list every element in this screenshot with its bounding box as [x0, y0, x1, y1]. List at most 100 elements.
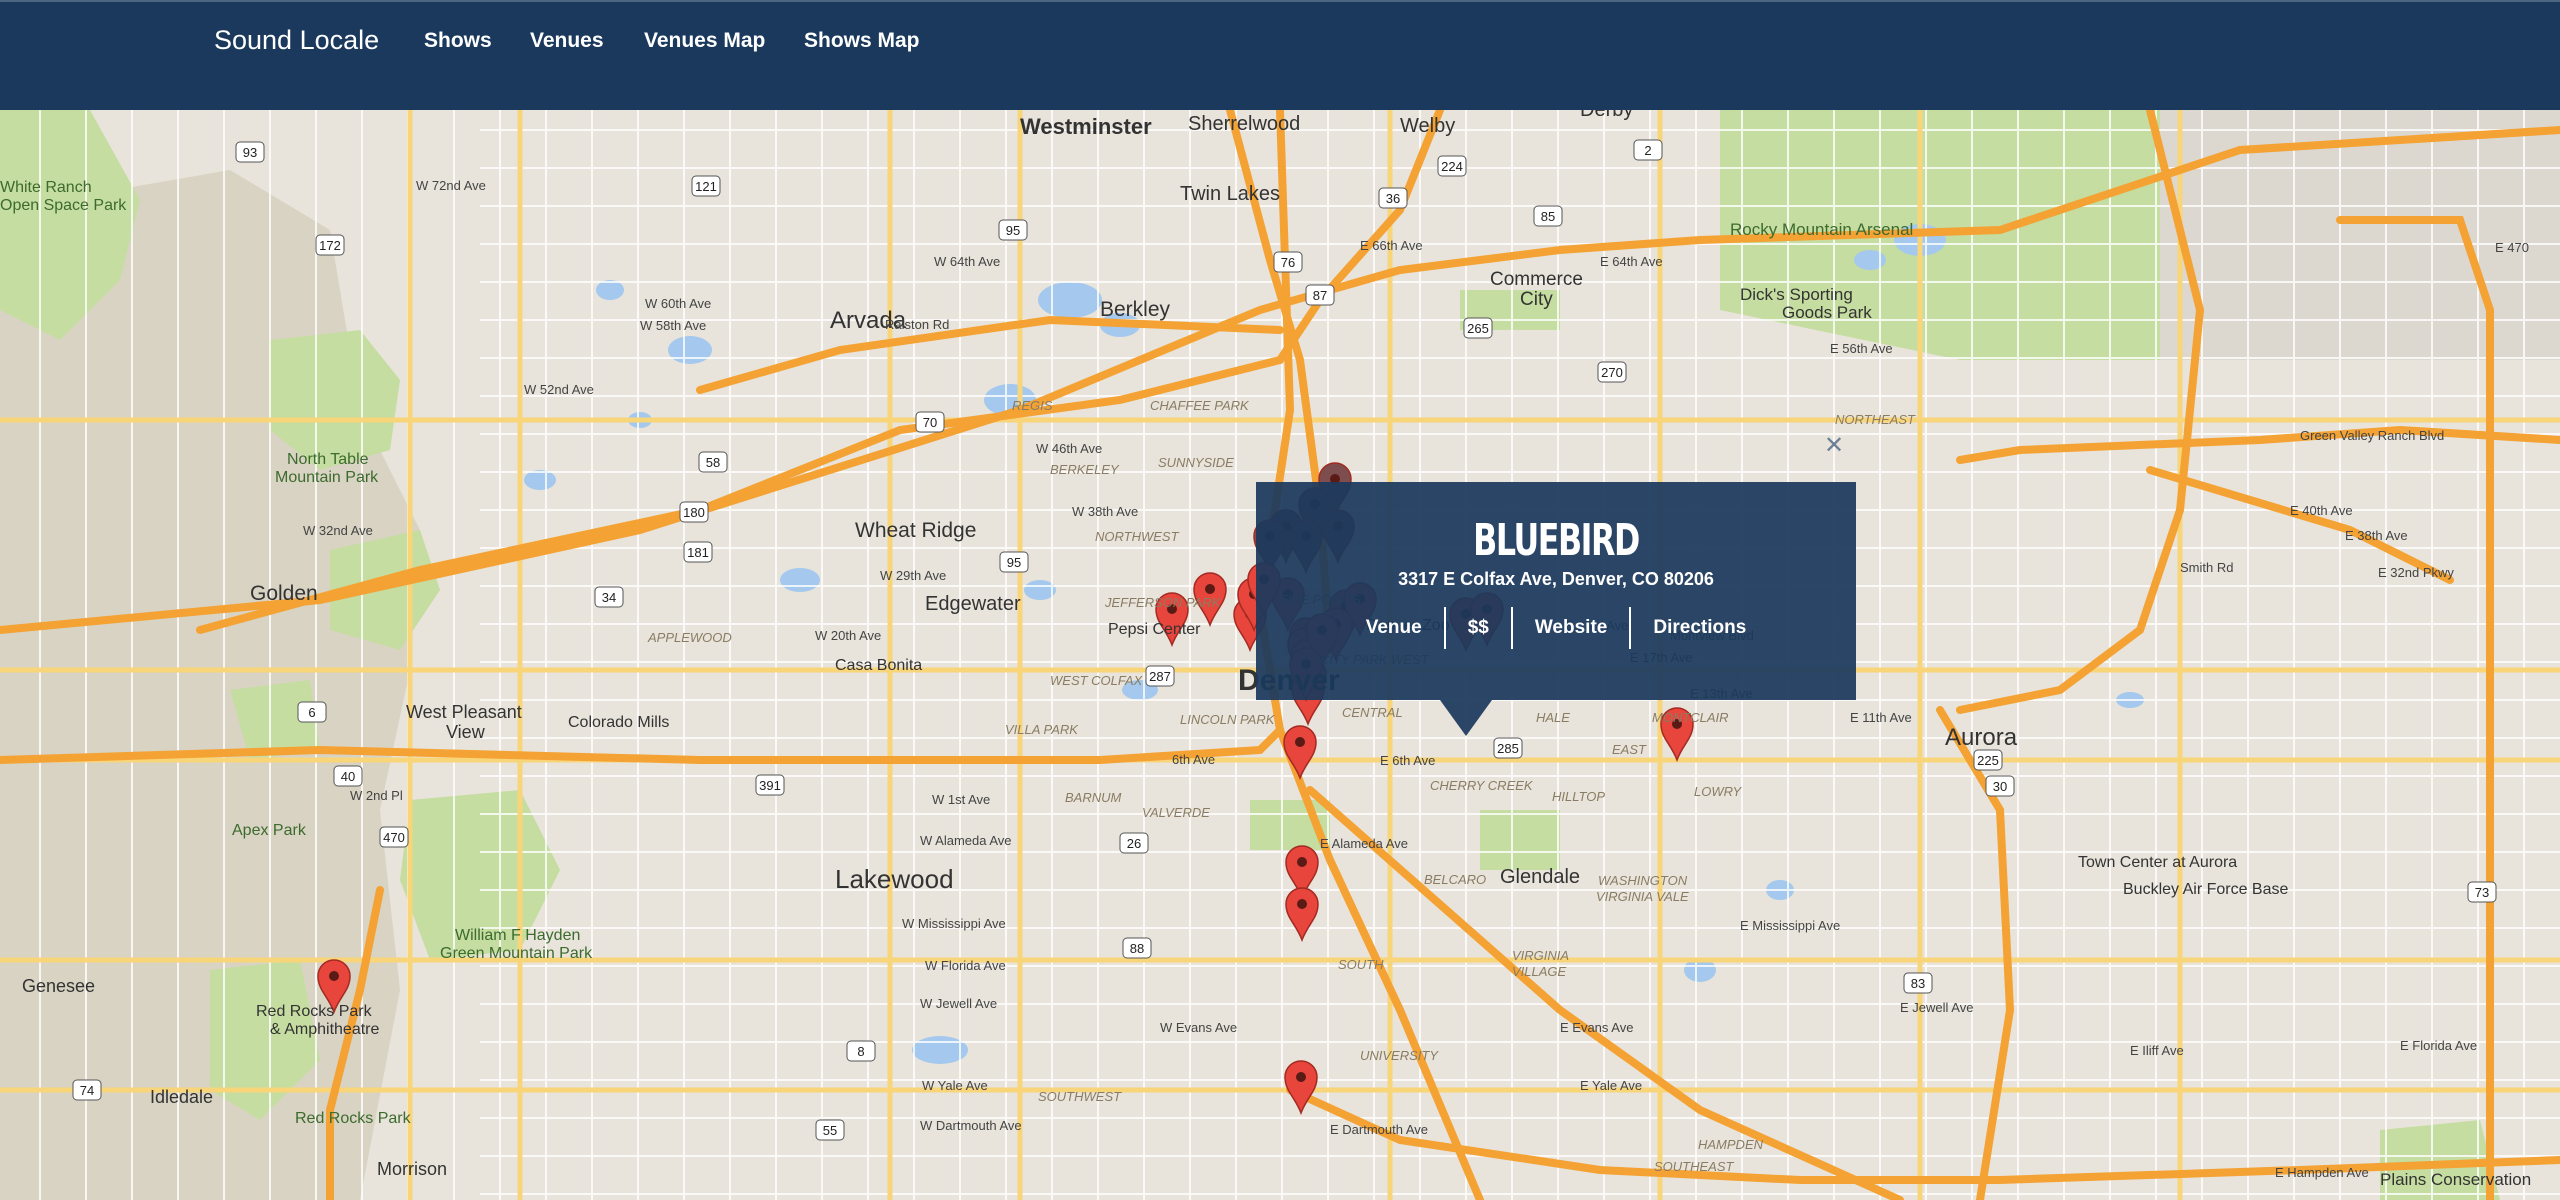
route-shield: 225: [1973, 749, 2003, 771]
svg-text:W 64th Ave: W 64th Ave: [934, 254, 1000, 269]
svg-text:APPLEWOOD: APPLEWOOD: [647, 630, 732, 645]
nav-shows-map[interactable]: Shows Map: [804, 26, 920, 56]
svg-text:WEST COLFAX: WEST COLFAX: [1050, 673, 1144, 688]
svg-text:Dick's Sporting: Dick's Sporting: [1740, 285, 1853, 304]
route-shield: 470: [379, 826, 409, 848]
nav-venues[interactable]: Venues: [530, 26, 604, 56]
svg-text:W Alameda Ave: W Alameda Ave: [920, 833, 1012, 848]
close-icon[interactable]: ✕: [1824, 434, 1844, 458]
svg-text:26: 26: [1127, 836, 1141, 851]
svg-text:Green Mountain Park: Green Mountain Park: [440, 945, 593, 962]
route-shield: 180: [679, 501, 709, 523]
svg-text:W Jewell Ave: W Jewell Ave: [920, 996, 997, 1011]
svg-text:W 60th Ave: W 60th Ave: [645, 296, 711, 311]
route-shield: 8: [846, 1040, 876, 1062]
svg-text:VILLAGE: VILLAGE: [1512, 964, 1567, 979]
svg-text:CENTRAL: CENTRAL: [1342, 705, 1403, 720]
nav-shows[interactable]: Shows: [424, 26, 492, 56]
route-shield: 93: [235, 141, 265, 163]
svg-text:VIRGINIA: VIRGINIA: [1512, 948, 1569, 963]
route-shield: 270: [1597, 361, 1627, 383]
navbar: Sound Locale Shows Venues Venues Map Sho…: [0, 0, 2560, 110]
route-shield: 172: [315, 234, 345, 256]
svg-text:Pepsi Center: Pepsi Center: [1108, 621, 1201, 638]
svg-text:E 56th Ave: E 56th Ave: [1830, 341, 1893, 356]
svg-text:White Ranch: White Ranch: [0, 179, 92, 196]
svg-text:Plains Conservation: Plains Conservation: [2380, 1170, 2531, 1189]
route-shield: 285: [1493, 737, 1523, 759]
svg-text:70: 70: [923, 415, 937, 430]
svg-text:6th Ave: 6th Ave: [1172, 752, 1215, 767]
svg-text:E Florida Ave: E Florida Ave: [2400, 1038, 2477, 1053]
svg-text:Mountain Park: Mountain Park: [275, 469, 379, 486]
svg-text:W 1st Ave: W 1st Ave: [932, 792, 990, 807]
route-shield: 224: [1437, 155, 1467, 177]
svg-text:BELCARO: BELCARO: [1424, 872, 1486, 887]
svg-text:270: 270: [1601, 365, 1623, 380]
svg-text:34: 34: [602, 590, 616, 605]
svg-text:180: 180: [683, 505, 705, 520]
svg-text:Sherrelwood: Sherrelwood: [1188, 113, 1300, 135]
svg-text:55: 55: [823, 1123, 837, 1138]
svg-text:W 46th Ave: W 46th Ave: [1036, 441, 1102, 456]
venue-link[interactable]: Venue: [1344, 607, 1444, 649]
route-shield: 95: [998, 219, 1028, 241]
svg-text:VALVERDE: VALVERDE: [1142, 805, 1210, 820]
route-shield: 391: [755, 774, 785, 796]
brand-logo[interactable]: Sound Locale: [214, 22, 379, 58]
svg-text:REGIS: REGIS: [1012, 398, 1053, 413]
route-shield: 121: [691, 175, 721, 197]
svg-text:W Evans Ave: W Evans Ave: [1160, 1020, 1237, 1035]
svg-text:Town Center at Aurora: Town Center at Aurora: [2078, 854, 2237, 871]
directions-link[interactable]: Directions: [1629, 607, 1768, 649]
svg-text:LOWRY: LOWRY: [1694, 784, 1743, 799]
route-shield: 55: [815, 1119, 845, 1141]
price-link[interactable]: $$: [1443, 607, 1511, 649]
svg-text:E Jewell Ave: E Jewell Ave: [1900, 1000, 1973, 1015]
route-shield: 87: [1305, 284, 1335, 306]
svg-text:6: 6: [308, 705, 315, 720]
venue-address: 3317 E Colfax Ave, Denver, CO 80206: [1398, 569, 1714, 589]
nav-venues-map[interactable]: Venues Map: [644, 26, 765, 56]
svg-text:W 29th Ave: W 29th Ave: [880, 568, 946, 583]
route-shield: 73: [2467, 881, 2497, 903]
svg-text:William F Hayden: William F Hayden: [455, 927, 580, 944]
svg-text:W Dartmouth Ave: W Dartmouth Ave: [920, 1118, 1022, 1133]
svg-text:E Dartmouth Ave: E Dartmouth Ave: [1330, 1122, 1428, 1137]
svg-text:E 38th Ave: E 38th Ave: [2345, 528, 2408, 543]
svg-text:W Florida Ave: W Florida Ave: [925, 958, 1006, 973]
svg-text:VILLA PARK: VILLA PARK: [1005, 722, 1079, 737]
svg-text:181: 181: [687, 545, 709, 560]
svg-text:58: 58: [706, 455, 720, 470]
svg-text:224: 224: [1441, 159, 1463, 174]
svg-text:Wheat Ridge: Wheat Ridge: [855, 519, 976, 542]
svg-text:265: 265: [1467, 321, 1489, 336]
svg-text:HAMPDEN: HAMPDEN: [1698, 1137, 1764, 1152]
svg-text:SOUTH: SOUTH: [1338, 957, 1384, 972]
svg-text:391: 391: [759, 778, 781, 793]
svg-text:Aurora: Aurora: [1945, 724, 2018, 751]
svg-text:E 64th Ave: E 64th Ave: [1600, 254, 1663, 269]
svg-text:Berkley: Berkley: [1100, 298, 1171, 321]
svg-text:City: City: [1520, 289, 1553, 310]
svg-text:74: 74: [80, 1083, 94, 1098]
svg-text:93: 93: [243, 145, 257, 160]
svg-text:North Table: North Table: [287, 451, 369, 468]
svg-text:172: 172: [319, 238, 341, 253]
svg-text:W 72nd Ave: W 72nd Ave: [416, 178, 486, 193]
svg-text:E Hampden Ave: E Hampden Ave: [2275, 1165, 2369, 1180]
route-shield: 30: [1985, 775, 2015, 797]
svg-text:View: View: [446, 722, 486, 742]
svg-text:Smith Rd: Smith Rd: [2180, 560, 2233, 575]
map-canvas[interactable]: Westminster Sherrelwood Welby Derby Twin…: [0, 110, 2560, 1200]
svg-text:VIRGINIA VALE: VIRGINIA VALE: [1596, 889, 1689, 904]
svg-text:W Yale Ave: W Yale Ave: [922, 1078, 988, 1093]
svg-text:SUNNYSIDE: SUNNYSIDE: [1158, 455, 1234, 470]
svg-text:W 32nd Ave: W 32nd Ave: [303, 523, 373, 538]
svg-text:EAST: EAST: [1612, 742, 1647, 757]
svg-text:E Evans Ave: E Evans Ave: [1560, 1020, 1633, 1035]
svg-text:E 66th Ave: E 66th Ave: [1360, 238, 1423, 253]
svg-text:West Pleasant: West Pleasant: [406, 702, 522, 722]
website-link[interactable]: Website: [1510, 607, 1630, 649]
route-shield: 70: [915, 411, 945, 433]
